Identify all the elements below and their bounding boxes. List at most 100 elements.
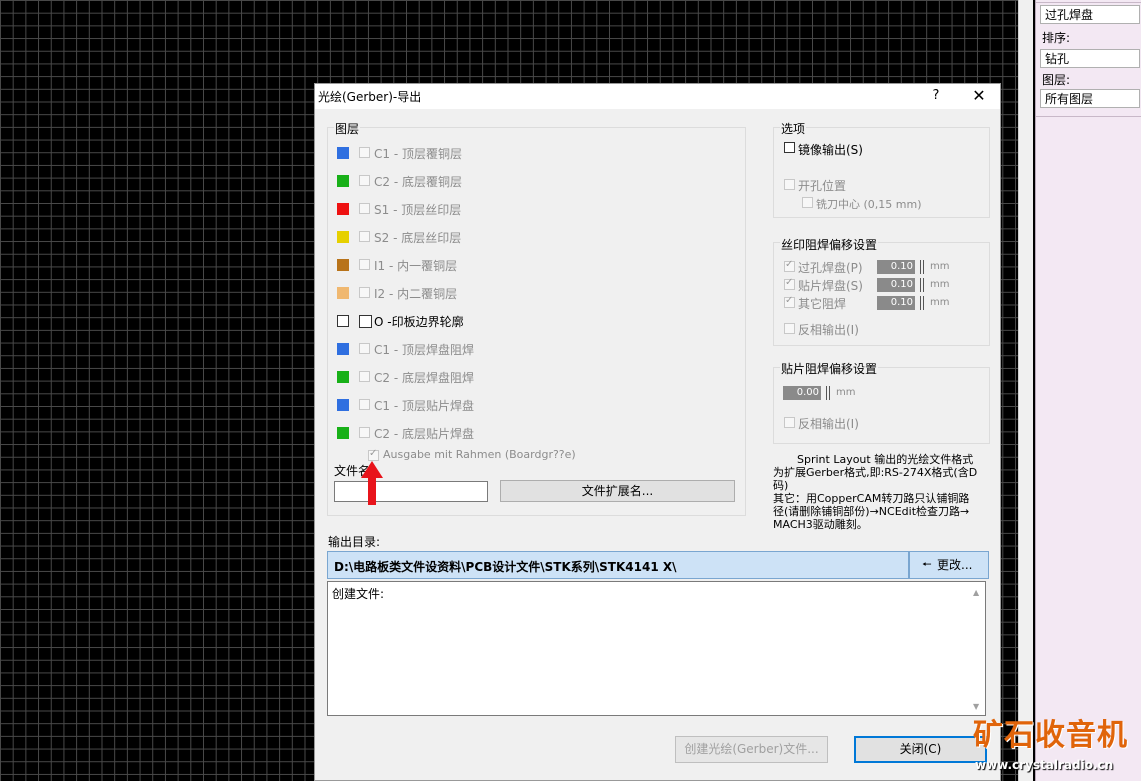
layer-checkbox[interactable] — [359, 315, 372, 328]
watermark-title: 矿石收音机 — [973, 718, 1128, 753]
layer-label: C1 - 顶层贴片焊盘 — [374, 399, 474, 413]
panel-separator — [1036, 2, 1141, 3]
log-textarea[interactable]: 创建文件: ▲ ▼ — [327, 581, 986, 716]
layer-color-swatch — [337, 259, 349, 271]
info-line: 码) — [773, 479, 789, 492]
silk-offset-input[interactable]: 0.10 — [877, 296, 915, 310]
smd-offset-group — [773, 367, 990, 444]
layer-checkbox[interactable] — [359, 231, 370, 242]
output-dir-label: 输出目录: — [328, 535, 381, 549]
sort-field[interactable]: 钻孔 — [1040, 49, 1140, 68]
silk-offset-checkbox[interactable] — [784, 277, 795, 290]
layers-field[interactable]: 所有图层 — [1040, 89, 1140, 108]
change-dir-label: 更改... — [937, 558, 973, 572]
layer-color-swatch — [337, 231, 349, 243]
log-scrollbar[interactable]: ▲ ▼ — [969, 582, 985, 715]
scroll-up-icon[interactable]: ▲ — [973, 588, 979, 597]
dialog-titlebar[interactable]: 光绘(Gerber)-导出 ? ✕ — [315, 84, 1000, 109]
info-line: Sprint Layout 输出的光绘文件格式 — [797, 453, 974, 466]
layer-label: C1 - 顶层焊盘阻焊 — [374, 343, 474, 357]
layer-checkbox[interactable] — [359, 147, 370, 158]
dialog-title: 光绘(Gerber)-导出 — [318, 90, 422, 104]
drill-position-label: 开孔位置 — [798, 179, 847, 193]
silk-offset-unit: mm — [930, 297, 950, 308]
help-button[interactable]: ? — [927, 86, 945, 106]
layer-color-swatch — [337, 203, 349, 215]
silk-invert-checkbox[interactable] — [784, 323, 795, 334]
silk-offset-spinner[interactable] — [920, 296, 924, 310]
layer-label: S2 - 底层丝印层 — [374, 231, 462, 245]
file-extension-button[interactable]: 文件扩展名... — [500, 480, 735, 502]
silk-offset-label: 过孔焊盘(P) — [798, 261, 863, 275]
frame-label: Ausgabe mit Rahmen (Boardgr??e) — [383, 448, 576, 461]
layer-label: C2 - 底层焊盘阻焊 — [374, 371, 474, 385]
layer-checkbox[interactable] — [359, 399, 370, 410]
watermark-logo: 矿石收音机 www.crystalradio.cn — [973, 718, 1128, 772]
layers-label: 图层: — [1042, 73, 1071, 87]
layer-checkbox[interactable] — [359, 287, 370, 298]
frame-checkbox[interactable] — [368, 448, 379, 461]
log-text: 创建文件: — [332, 587, 385, 601]
layer-color-swatch — [337, 427, 349, 439]
layer-color-swatch — [337, 287, 349, 299]
silk-offset-input[interactable]: 0.10 — [877, 260, 915, 274]
options-group-title: 选项 — [780, 120, 807, 137]
silk-offset-checkbox[interactable] — [784, 259, 795, 272]
close-button[interactable]: 关闭(C) — [854, 736, 987, 763]
silk-offset-unit: mm — [930, 261, 950, 272]
layer-label: C2 - 底层贴片焊盘 — [374, 427, 474, 441]
mirror-checkbox[interactable] — [784, 142, 795, 153]
create-gerber-button[interactable]: 创建光绘(Gerber)文件... — [675, 736, 828, 763]
layer-color-swatch — [337, 371, 349, 383]
silk-offset-label: 其它阻焊 — [798, 297, 847, 311]
properties-panel: 过孔焊盘 排序: 钻孔 图层: 所有图层 — [1035, 0, 1141, 781]
layer-checkbox[interactable] — [359, 175, 370, 186]
silk-offset-spinner[interactable] — [920, 260, 924, 274]
filename-input[interactable] — [334, 481, 488, 502]
smd-offset-unit: mm — [836, 387, 856, 398]
silk-offset-label: 贴片焊盘(S) — [798, 279, 863, 293]
layer-label: I1 - 内一覆铜层 — [374, 259, 458, 273]
panel-separator — [1036, 116, 1141, 117]
layer-checkbox[interactable] — [359, 343, 370, 354]
output-dir-field[interactable]: D:\电路板类文件设资料\PCB设计文件\STK系列\STK4141 X\ — [327, 551, 909, 579]
layer-label: O -印板边界轮廓 — [374, 315, 464, 329]
scroll-down-icon[interactable]: ▼ — [973, 702, 979, 711]
mill-center-checkbox[interactable] — [802, 197, 813, 208]
smd-offset-input[interactable]: 0.00 — [783, 386, 821, 400]
layer-color-swatch — [337, 399, 349, 411]
layer-checkbox[interactable] — [359, 259, 370, 270]
arrow-left-icon: 🠔 — [922, 558, 932, 571]
pad-type-field[interactable]: 过孔焊盘 — [1040, 5, 1140, 24]
silk-offset-spinner[interactable] — [920, 278, 924, 292]
layer-color-swatch — [337, 343, 349, 355]
change-dir-button[interactable]: 🠔 更改... — [909, 551, 989, 579]
gerber-export-dialog: 光绘(Gerber)-导出 ? ✕ 图层 Ausgabe mit Rahmen … — [314, 83, 1001, 781]
layer-checkbox[interactable] — [359, 371, 370, 382]
info-line: 径(请删除铺铜部份)→NCEdit检查刀路→ — [773, 505, 970, 518]
layer-checkbox[interactable] — [359, 427, 370, 438]
vertical-scrollbar[interactable] — [1018, 0, 1033, 781]
silk-offset-input[interactable]: 0.10 — [877, 278, 915, 292]
layer-color-swatch — [337, 315, 349, 327]
silk-offset-unit: mm — [930, 279, 950, 290]
mirror-label: 镜像输出(S) — [798, 143, 863, 157]
silk-offset-checkbox[interactable] — [784, 295, 795, 308]
layer-label: I2 - 内二覆铜层 — [374, 287, 458, 301]
info-line: 为扩展Gerber格式,即:RS-274X格式(含D — [773, 466, 978, 479]
smd-offset-spinner[interactable] — [826, 386, 830, 400]
layer-color-swatch — [337, 147, 349, 159]
layer-label: C1 - 顶层覆铜层 — [374, 147, 462, 161]
output-dir-path: D:\电路板类文件设资料\PCB设计文件\STK系列\STK4141 X\ — [334, 560, 677, 574]
silk-invert-label: 反相输出(I) — [798, 323, 859, 337]
drill-position-checkbox[interactable] — [784, 179, 795, 190]
sort-label: 排序: — [1042, 31, 1071, 45]
arrow-up-icon — [361, 461, 383, 505]
layer-checkbox[interactable] — [359, 203, 370, 214]
watermark-url: www.crystalradio.cn — [975, 758, 1114, 772]
close-icon[interactable]: ✕ — [967, 85, 991, 107]
silk-offset-title: 丝印阻焊偏移设置 — [780, 236, 879, 253]
layers-group-title: 图层 — [334, 120, 361, 137]
smd-invert-checkbox[interactable] — [784, 417, 795, 428]
layer-color-swatch — [337, 175, 349, 187]
